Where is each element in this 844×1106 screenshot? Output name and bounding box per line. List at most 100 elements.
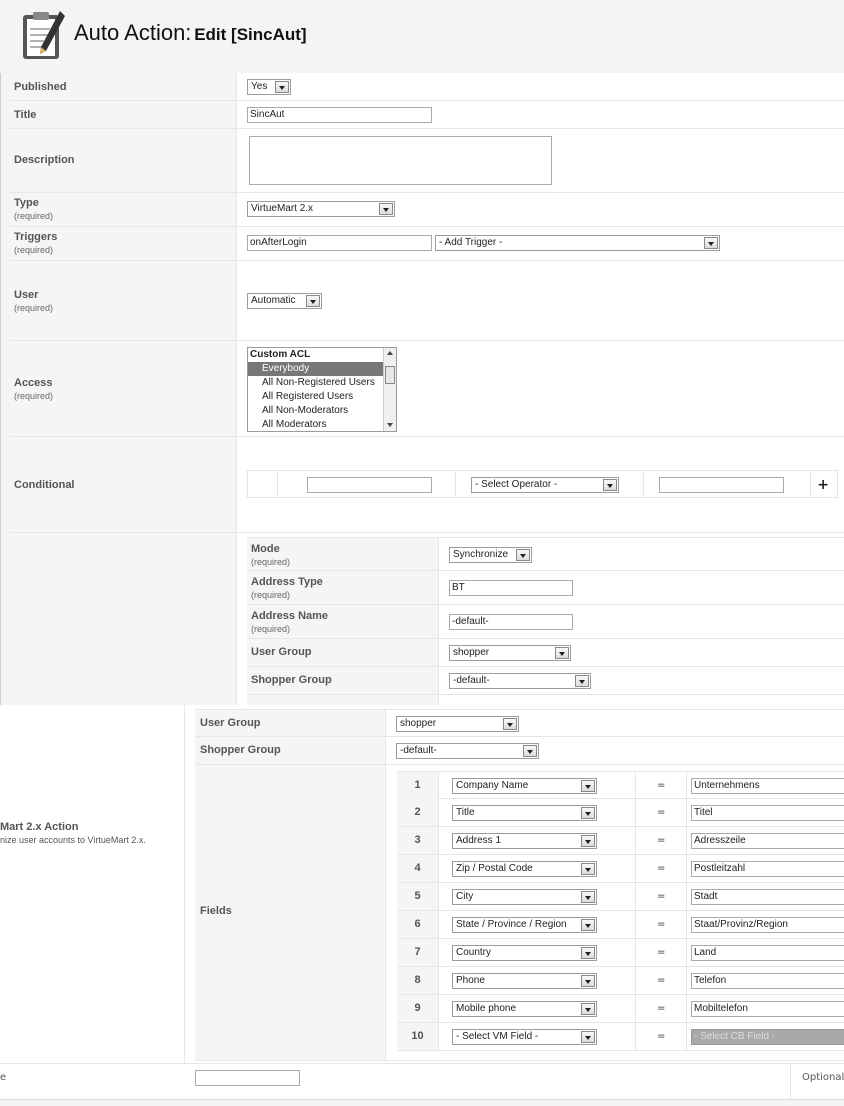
equals-sign: = — [657, 780, 666, 791]
triggers-input[interactable]: onAfterLogin — [247, 235, 432, 251]
field-index: 7 — [397, 939, 439, 966]
vm-field-select[interactable]: Phone — [452, 973, 597, 989]
vm-field-select[interactable]: Title — [452, 805, 597, 821]
cb-field-input[interactable]: Staat/Provinz/Region — [691, 917, 844, 933]
access-option-moderators[interactable]: All Moderators — [248, 418, 383, 431]
cb-field-input[interactable]: Land — [691, 945, 844, 961]
bottom-input[interactable] — [195, 1070, 300, 1086]
user-group-select[interactable]: shopper — [449, 645, 571, 661]
address-type-row: Address Type (required) BT — [247, 571, 844, 605]
field-map-row: 2 Title = Titel — [397, 799, 844, 827]
vm-field-select[interactable]: Country — [452, 945, 597, 961]
conditional-row: Conditional - Select Operator - + — [10, 437, 844, 533]
vm-field-select[interactable]: State / Province / Region — [452, 917, 597, 933]
scrollbar-thumb[interactable] — [385, 366, 395, 384]
operator-select[interactable]: - Select Operator - — [471, 477, 619, 493]
user-group-row: User Group shopper — [247, 639, 844, 667]
mode-label: Mode — [251, 543, 280, 555]
bottom-label: e — [0, 1072, 7, 1083]
vm-field-select[interactable]: Mobile phone — [452, 1001, 597, 1017]
scroll-down-icon — [387, 423, 393, 427]
cb-field-input-disabled: - Select CB Field - — [691, 1029, 844, 1045]
equals-sign: = — [657, 1031, 666, 1042]
chevron-down-icon — [704, 237, 718, 249]
cb-field-input[interactable]: Telefon — [691, 973, 844, 989]
user-select[interactable]: Automatic — [247, 293, 322, 309]
mode-row: Mode (required) Synchronize — [247, 537, 844, 571]
title-row: Title SincAut — [10, 101, 844, 129]
field-map-row: 7 Country = Land — [397, 939, 844, 967]
vm-field-select[interactable]: Company Name — [452, 778, 597, 794]
cb-field-input[interactable]: Stadt — [691, 889, 844, 905]
title-label: Title — [14, 109, 37, 121]
chevron-down-icon — [581, 780, 595, 792]
conditional-field-input[interactable] — [307, 477, 432, 493]
conditional-value-input[interactable] — [659, 477, 784, 493]
vm-field-select[interactable]: City — [452, 889, 597, 905]
chevron-down-icon — [575, 675, 589, 687]
address-type-input[interactable]: BT — [449, 580, 573, 596]
cb-field-input[interactable]: Postleitzahl — [691, 861, 844, 877]
chevron-down-icon — [581, 807, 595, 819]
fields-table: 1 Company Name = Unternehmens 2 Title = … — [0, 705, 844, 1063]
cb-field-input[interactable]: Mobiltelefon — [691, 1001, 844, 1017]
equals-sign: = — [657, 919, 666, 930]
shopper-group-select[interactable]: -default- — [449, 673, 591, 689]
mode-select[interactable]: Synchronize — [449, 547, 532, 563]
footer-bar — [0, 1099, 844, 1106]
form-panel: Published Yes Title SincAut Description … — [10, 73, 844, 705]
field-index: 8 — [397, 967, 439, 994]
type-select[interactable]: VirtueMart 2.x — [247, 201, 395, 217]
vm-field-select[interactable]: Zip / Postal Code — [452, 861, 597, 877]
chevron-down-icon — [555, 647, 569, 659]
access-required: (required) — [14, 391, 54, 401]
chevron-down-icon — [581, 919, 595, 931]
access-option-everybody[interactable]: Everybody — [248, 362, 383, 376]
add-condition-button[interactable]: + — [817, 477, 829, 493]
access-option-registered[interactable]: All Registered Users — [248, 390, 383, 404]
triggers-required: (required) — [14, 245, 54, 255]
page-title-main: Auto Action: — [74, 20, 192, 45]
field-map-row: 8 Phone = Telefon — [397, 967, 844, 995]
field-index: 1 — [397, 772, 439, 799]
cb-field-input[interactable]: Adresszeile — [691, 833, 844, 849]
user-required: (required) — [14, 303, 54, 313]
vm-field-select[interactable]: - Select VM Field - — [452, 1029, 597, 1045]
chevron-down-icon — [581, 947, 595, 959]
chevron-down-icon — [581, 1003, 595, 1015]
bottom-row: e Optionally — [0, 1063, 844, 1099]
address-name-row: Address Name (required) -default- — [247, 605, 844, 639]
chevron-down-icon — [581, 891, 595, 903]
vm-field-select[interactable]: Address 1 — [452, 833, 597, 849]
type-row: Type (required) VirtueMart 2.x — [10, 193, 844, 227]
address-name-label: Address Name — [251, 610, 329, 622]
conditional-label: Conditional — [14, 479, 75, 491]
cb-field-input[interactable]: Unternehmens — [691, 778, 844, 794]
description-textarea[interactable] — [249, 136, 552, 185]
access-scrollbar[interactable] — [383, 348, 396, 431]
access-option-non-registered[interactable]: All Non-Registered Users — [248, 376, 383, 390]
page-header: Auto Action: Edit [SincAut] — [0, 0, 844, 73]
cb-field-input[interactable]: Titel — [691, 805, 844, 821]
user-row: User (required) Automatic — [10, 261, 844, 341]
title-input[interactable]: SincAut — [247, 107, 432, 123]
field-index: 2 — [397, 799, 439, 826]
field-map-row: 10 - Select VM Field - = - Select CB Fie… — [397, 1023, 844, 1051]
field-index: 3 — [397, 827, 439, 854]
field-map-row: 3 Address 1 = Adresszeile — [397, 827, 844, 855]
user-group-label: User Group — [251, 646, 312, 658]
chevron-down-icon — [275, 81, 289, 93]
access-option-non-moderators[interactable]: All Non-Moderators — [248, 404, 383, 418]
field-map-row: 5 City = Stadt — [397, 883, 844, 911]
access-option-group: Custom ACL — [250, 349, 311, 360]
type-required: (required) — [14, 211, 54, 221]
address-name-input[interactable]: -default- — [449, 614, 573, 630]
field-map-row: 9 Mobile phone = Mobiltelefon — [397, 995, 844, 1023]
scroll-up-icon — [387, 351, 393, 355]
action-settings-panel: Mart 2.x Action nize user accounts to Vi… — [0, 705, 844, 1106]
published-label: Published — [14, 81, 67, 93]
published-select[interactable]: Yes — [247, 79, 291, 95]
access-listbox[interactable]: Custom ACL Everybody All Non-Registered … — [247, 347, 397, 432]
add-trigger-select[interactable]: - Add Trigger - — [435, 235, 720, 251]
field-index: 10 — [397, 1023, 439, 1050]
